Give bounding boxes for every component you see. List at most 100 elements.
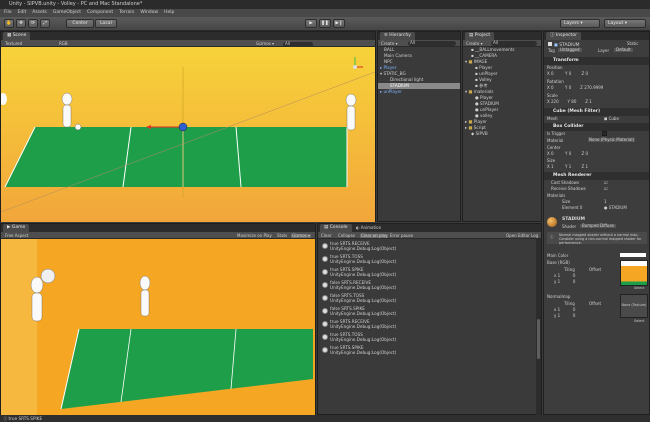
hierarchy-item-unplayer[interactable]: ▸ unPlayer — [378, 89, 460, 95]
console-log-entry[interactable]: false SRTS.SPIKE UnityEngine.Debug:Log(Ob… — [320, 306, 536, 318]
main-color-swatch[interactable] — [620, 253, 646, 257]
console-log-entry[interactable]: true SRTS.TOSS UnityEngine.Debug:Log(Obje… — [320, 332, 536, 344]
folder-icon: ■ — [468, 59, 473, 64]
console-log-entry[interactable]: true SRTS.SPIKE UnityEngine.Debug:Log(Obj… — [320, 345, 536, 357]
maximize-on-play-toggle[interactable]: Maximize on Play — [237, 233, 272, 238]
project-create-button[interactable]: Create ▾ — [466, 41, 483, 46]
npc-figure — [61, 92, 73, 106]
step-button[interactable]: ▶❙ — [333, 19, 345, 28]
play-button[interactable]: ▶ — [305, 19, 317, 28]
scale-label: Scale — [547, 93, 558, 98]
is-trigger-checkbox[interactable] — [602, 131, 607, 136]
menu-item-file[interactable]: File — [4, 10, 12, 15]
menu-item-help[interactable]: Help — [164, 10, 174, 15]
transform-header[interactable]: Transform — [544, 57, 649, 65]
normalmap-thumbnail[interactable]: None (Texture) — [620, 294, 648, 318]
menu-item-assets[interactable]: Assets — [32, 10, 47, 15]
scene-search-input[interactable]: All — [283, 41, 313, 47]
tiling-y-row[interactable]: y 1 0 — [554, 280, 575, 284]
stats-toggle[interactable]: Stats — [277, 233, 287, 238]
receive-shadows-checkbox[interactable]: ☑ — [604, 186, 608, 191]
menu-item-terrain[interactable]: Terrain — [119, 10, 134, 15]
menu-item-window[interactable]: Window — [140, 10, 158, 15]
open-editor-log-button[interactable]: Open Editor Log — [506, 233, 538, 238]
menu-item-gameobject[interactable]: GameObject — [53, 10, 81, 15]
mesh-filter-header[interactable]: Cube (Mesh Filter) — [544, 108, 649, 116]
scale-fields[interactable]: X 220 Y 80 Z 1 — [547, 100, 592, 104]
console-scrollbar[interactable] — [536, 239, 541, 415]
active-checkbox[interactable] — [548, 42, 552, 46]
mesh-renderer-header[interactable]: Mesh Renderer — [544, 172, 649, 180]
tag-dropdown[interactable]: Untagged — [558, 48, 582, 52]
console-log-entry[interactable]: true SRTS.TOSS UnityEngine.Debug:Log(Obje… — [320, 254, 536, 266]
position-fields[interactable]: X 0 Y 0 Z 0 — [547, 72, 649, 76]
rotate-tool-button[interactable]: ⟳ — [28, 19, 38, 28]
tab-project[interactable]: ▤ Project — [465, 32, 495, 40]
base-texture-select-button[interactable]: Select — [634, 286, 644, 290]
project-item[interactable]: ◆ SIPVB — [463, 131, 541, 137]
move-tool-button[interactable]: ✥ — [16, 19, 26, 28]
base-texture-thumbnail[interactable] — [620, 260, 648, 286]
tab-inspector[interactable]: ⓘ Inspector — [546, 32, 581, 40]
normalmap-select-button[interactable]: Select — [634, 319, 644, 323]
pause-button[interactable]: ❚❚ — [319, 19, 331, 28]
cast-shadows-checkbox[interactable]: ☑ — [604, 180, 608, 185]
console-log-entry[interactable]: true SRTS.RECEIVE UnityEngine.Debug:Log(O… — [320, 319, 536, 331]
console-log-entry[interactable]: true SRTS.SPIKE UnityEngine.Debug:Log(Obj… — [320, 267, 536, 279]
materials-size-field[interactable]: 1 — [604, 200, 607, 204]
render-mode-dropdown[interactable]: RGB — [59, 41, 68, 46]
ball — [74, 123, 82, 131]
static-toggle[interactable]: Static — [627, 42, 638, 46]
log-info-icon — [322, 334, 328, 340]
court-floor — [5, 127, 347, 187]
hierarchy-search-input[interactable]: All — [408, 41, 456, 46]
hand-tool-button[interactable]: ✋ — [4, 19, 14, 28]
pivot-local-button[interactable]: Local — [95, 19, 117, 28]
move-gizmo — [178, 122, 188, 132]
scale-tool-button[interactable]: ⤢ — [40, 19, 50, 28]
pivot-center-button[interactable]: Center — [66, 19, 94, 28]
console-collapse-toggle[interactable]: Collapse — [338, 233, 355, 238]
rotation-fields[interactable]: X 0 Y 0 Z 270.9999 — [547, 86, 603, 90]
tiling-x-row[interactable]: x 1 0 — [554, 274, 575, 278]
layers-dropdown[interactable]: Layers ▾ — [560, 19, 600, 28]
console-clear-button[interactable]: Clear — [321, 233, 331, 238]
scene-gizmos-dropdown[interactable]: Gizmos ▾ — [256, 41, 274, 46]
clear-on-play-toggle[interactable]: Clear on play — [360, 233, 389, 238]
materials-label[interactable]: Materials — [547, 194, 565, 198]
error-pause-toggle[interactable]: Error pause — [390, 233, 413, 238]
normal-tiling-x-row[interactable]: x 1 0 — [554, 308, 575, 312]
size-fields[interactable]: X 1 Y 1 Z 1 — [547, 165, 588, 169]
console-log-entry[interactable]: false SRTS.RECEIVE UnityEngine.Debug:Log(… — [320, 280, 536, 292]
tab-game[interactable]: ▶ Game — [3, 224, 30, 232]
console-log-entry[interactable]: false SRTS.TOSS UnityEngine.Debug:Log(Obj… — [320, 293, 536, 305]
shader-dropdown[interactable]: Bumped Diffuse — [580, 224, 617, 228]
menu-item-edit[interactable]: Edit — [18, 10, 27, 15]
scene-viewport[interactable] — [1, 47, 375, 222]
log-info-icon — [322, 295, 328, 301]
element-0-field[interactable]: ● STADIUM — [604, 206, 627, 210]
normal-tiling-y-row[interactable]: y 1 0 — [554, 314, 575, 318]
project-search-input[interactable]: All — [491, 41, 537, 46]
shading-mode-dropdown[interactable]: Textured — [5, 41, 22, 46]
tab-scene[interactable]: ▦ Scene — [3, 32, 31, 40]
status-bar[interactable]: ⓘ true SRTS.SPIKE — [0, 415, 650, 422]
menu-item-component[interactable]: Component — [87, 10, 113, 15]
tab-animation[interactable]: ◐ Animation — [356, 226, 381, 230]
layer-dropdown[interactable]: Default — [614, 48, 633, 52]
tab-console[interactable]: ▤ Console — [320, 224, 352, 232]
box-collider-header[interactable]: Box Collider — [544, 123, 649, 131]
physic-material-field[interactable]: None (Physic Material) — [588, 138, 636, 142]
mesh-field[interactable]: ◼ Cube — [604, 117, 619, 121]
hierarchy-create-button[interactable]: Create ▾ — [381, 41, 398, 46]
material-name: STADIUM — [562, 217, 585, 222]
layout-dropdown[interactable]: Layout ▾ — [604, 19, 646, 28]
tab-hierarchy[interactable]: ≡ Hierarchy — [380, 32, 415, 40]
log-info-icon — [322, 282, 328, 288]
center-fields[interactable]: X 0 Y 0 Z 0 — [547, 152, 588, 156]
console-log-entry[interactable]: true SRTS.RECEIVE UnityEngine.Debug:Log(O… — [320, 241, 536, 253]
game-viewport[interactable] — [1, 239, 315, 415]
base-rgb-label: Base (RGB) — [547, 260, 570, 265]
game-gizmos-dropdown[interactable]: Gizmos ▾ — [291, 233, 312, 238]
aspect-dropdown[interactable]: Free Aspect — [5, 233, 28, 238]
